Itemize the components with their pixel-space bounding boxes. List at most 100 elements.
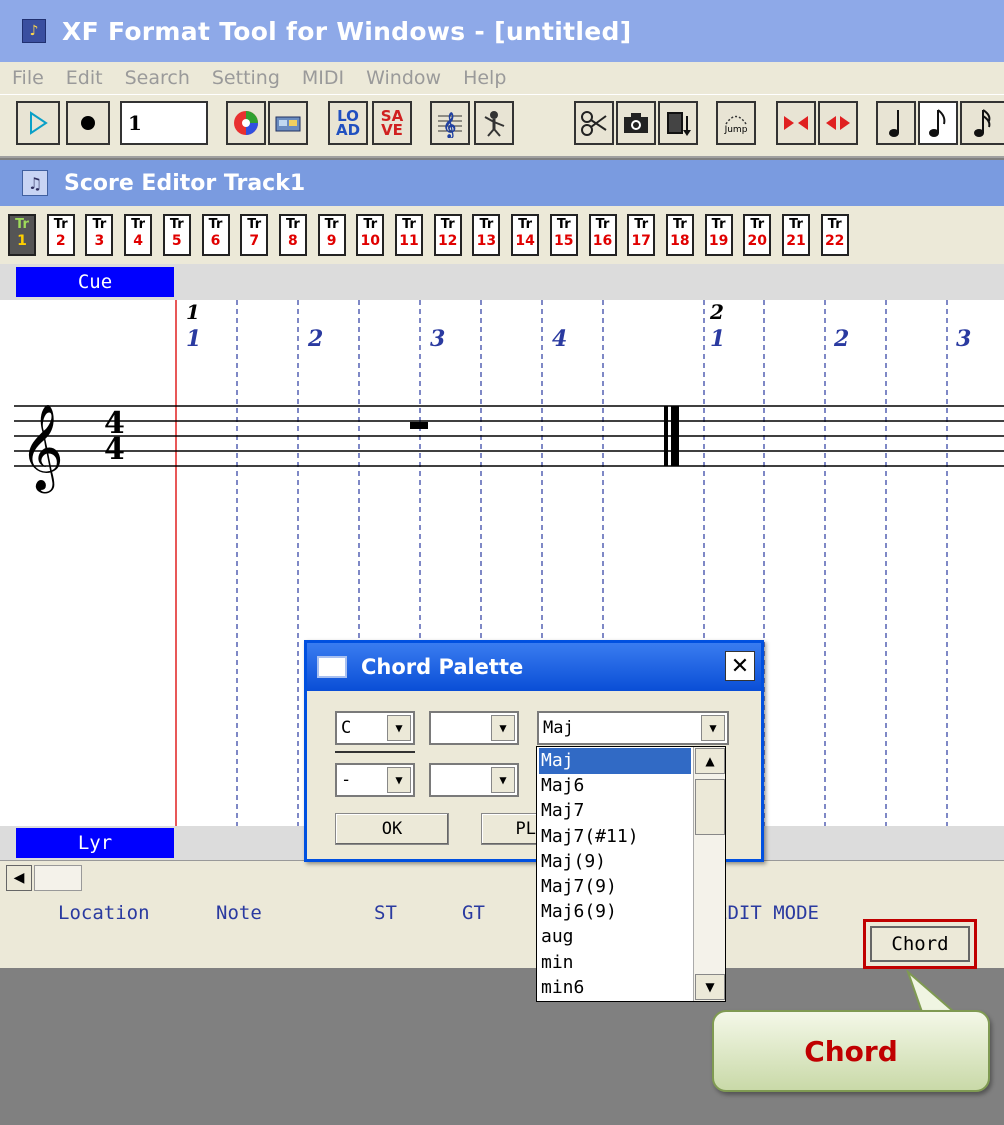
track-button-14[interactable]: Tr 14 [511,214,540,256]
horizontal-scrollbar[interactable]: ◀ [0,860,1004,894]
track-prefix: Tr [363,217,378,232]
beat-number: 2 [834,326,850,352]
track-button-8[interactable]: Tr 8 [278,214,307,256]
rewind-button[interactable] [776,101,816,145]
menu-file[interactable]: File [12,67,44,89]
play-button[interactable] [16,101,60,145]
track-button-2[interactable]: Tr 2 [46,214,75,256]
eighth-note-button[interactable] [918,101,958,145]
time-sig-bottom: 4 [104,432,125,467]
toolbar: LO AD SA VE 𝄞 Jump [0,94,1004,158]
chord-type-option[interactable]: min6 [539,975,691,1001]
track-button-18[interactable]: Tr 18 [665,214,694,256]
location-label: Location [58,902,150,924]
menu-help[interactable]: Help [463,67,506,89]
play-icon [30,111,48,135]
track-button-22[interactable]: Tr 22 [820,214,849,256]
bass-accidental-select[interactable]: ▼ [429,763,519,797]
chevron-down-icon[interactable]: ▼ [387,767,411,793]
scroll-up-button[interactable]: ▲ [695,748,725,774]
st-label: ST [374,902,397,924]
menu-edit[interactable]: Edit [66,67,103,89]
scroll-down-button[interactable]: ▼ [695,974,725,1000]
expand-arrows-icon [826,116,850,130]
expand-button[interactable] [818,101,858,145]
track-number: 16 [592,233,613,249]
track-button-19[interactable]: Tr 19 [704,214,733,256]
track-number: 9 [326,233,337,249]
track-button-5[interactable]: Tr 5 [162,214,191,256]
close-icon[interactable]: ✕ [725,651,755,681]
track-prefix: Tr [440,217,455,232]
menu-setting[interactable]: Setting [212,67,280,89]
scroll-thumb[interactable] [34,865,82,891]
scroll-left-button[interactable]: ◀ [6,865,32,891]
dropdown-scrollbar[interactable]: ▲ ▼ [693,747,725,1001]
track-button-20[interactable]: Tr 20 [743,214,772,256]
track-button-4[interactable]: Tr 4 [124,214,153,256]
dropdown-scroll-thumb[interactable] [695,779,725,835]
root-accidental-select[interactable]: ▼ [429,711,519,745]
track-button-9[interactable]: Tr 9 [317,214,346,256]
color-wheel-button[interactable] [226,101,266,145]
whole-rest [410,422,428,429]
track-button-10[interactable]: Tr 10 [356,214,385,256]
copy-button[interactable] [616,101,656,145]
record-button[interactable] [66,101,110,145]
track-button-11[interactable]: Tr 11 [395,214,423,256]
midi-device-button[interactable] [268,101,308,145]
root-select[interactable]: C ▼ [335,711,415,745]
chord-type-dropdown[interactable]: min6 min aug Maj6(9) Maj7(9) Maj(9) Maj7(#11) M… [536,746,726,1002]
quarter-note-button[interactable] [876,101,916,145]
track-prefix: Tr [556,217,571,232]
track-button-16[interactable]: Tr 16 [588,214,617,256]
track-button-12[interactable]: Tr 12 [433,214,462,256]
play-chord-button[interactable]: PL [481,813,541,845]
chord-type-option[interactable]: Maj(9) [539,849,691,875]
menu-midi[interactable]: MIDI [302,67,344,89]
track-prefix: Tr [402,217,416,232]
chord-type-option[interactable]: min [539,950,691,976]
chord-type-option[interactable]: Maj7(9) [539,874,691,900]
menu-search[interactable]: Search [125,67,190,89]
chord-type-option[interactable]: Maj6(9) [539,899,691,925]
chord-mode-button[interactable]: Chord [863,919,977,969]
track-button-1[interactable]: Tr 1 [8,214,36,256]
jump-button[interactable]: Jump [716,101,756,145]
bass-select[interactable]: - ▼ [335,763,415,797]
track-number: 4 [133,233,143,249]
save-button[interactable]: SA VE [372,101,412,145]
score-button[interactable]: 𝄞 [430,101,470,145]
load-button[interactable]: LO AD [328,101,368,145]
track-button-13[interactable]: Tr 13 [472,214,501,256]
edit-mode-label: EDIT MODE [716,902,819,924]
track-button-21[interactable]: Tr 21 [782,214,810,256]
track-button-3[interactable]: Tr 3 [85,214,114,256]
sixteenth-note-button[interactable] [960,101,1004,145]
track-button-17[interactable]: Tr 17 [627,214,656,256]
chevron-down-icon[interactable]: ▼ [701,715,725,741]
chord-type-option[interactable]: Maj7 [539,798,691,824]
bar-number-1: 1 [186,300,200,324]
chord-type-option[interactable]: Maj6 [539,773,691,799]
chord-type-option[interactable]: Maj [539,748,691,774]
menu-window[interactable]: Window [366,67,441,89]
ok-button[interactable]: OK [335,813,449,845]
chord-type-select[interactable]: Maj ▼ [537,711,729,745]
chord-type-option[interactable]: aug [539,924,691,950]
track-button-6[interactable]: Tr 6 [201,214,230,256]
conductor-button[interactable] [474,101,514,145]
chord-type-option[interactable]: Maj7(#11) [539,824,691,850]
barline-thick [671,406,679,466]
track-button-7[interactable]: Tr 7 [240,214,269,256]
chevron-down-icon[interactable]: ▼ [491,715,515,741]
track-button-15[interactable]: Tr 15 [549,214,578,256]
track-number: 22 [824,233,845,249]
chevron-down-icon[interactable]: ▼ [387,715,411,741]
paste-button[interactable] [658,101,698,145]
chevron-down-icon[interactable]: ▼ [491,767,515,793]
sixteenth-note-icon [974,109,991,137]
position-input[interactable] [120,101,208,145]
track-number: 19 [708,233,729,249]
cut-button[interactable] [574,101,614,145]
